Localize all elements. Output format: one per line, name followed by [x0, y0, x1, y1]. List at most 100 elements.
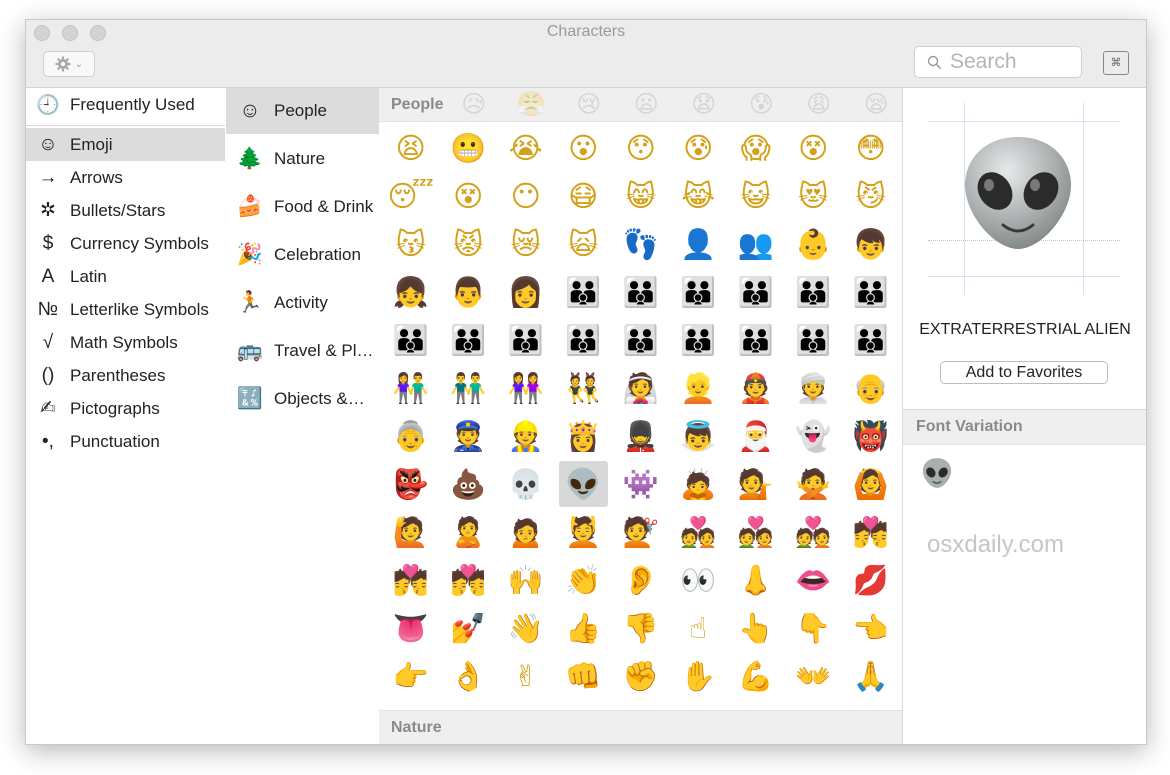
emoji-cell[interactable]: 🙆 — [842, 460, 900, 508]
emoji-cell[interactable]: 😻 — [785, 172, 843, 220]
emoji-cell[interactable]: 👶 — [785, 220, 843, 268]
emoji-cell[interactable]: 👵 — [382, 412, 440, 460]
emoji-cell[interactable]: 👪 — [612, 268, 670, 316]
emoji-cell[interactable]: 👷 — [497, 412, 555, 460]
emoji-cell[interactable]: 👂 — [612, 556, 670, 604]
emoji-cell[interactable]: 👪 — [555, 268, 613, 316]
emoji-cell[interactable]: 👪 — [670, 268, 728, 316]
subcategory-people[interactable]: ☺ People — [226, 88, 379, 134]
emoji-cell[interactable]: 👪 — [727, 316, 785, 364]
emoji-cell[interactable]: ✌ — [497, 652, 555, 700]
emoji-cell[interactable]: 👣 — [612, 220, 670, 268]
search-input[interactable] — [950, 50, 1060, 74]
character-grid[interactable]: People 😥 😤 😢 😦 😧 😰 😩 😪 😫 😬 😭 😮 😯 😰 😱 😵 😳 😴 😵 😶 😷 😸 😹 😺 😻 😼 😽 😾 😿 🙀 👣 👤… — [379, 88, 902, 744]
sidebar-item-punctuation[interactable]: •, Punctuation — [26, 425, 225, 458]
emoji-cell[interactable]: 👪 — [555, 316, 613, 364]
subcategory-celebration[interactable]: 🎉 Celebration — [226, 232, 379, 278]
emoji-cell[interactable]: 👋 — [497, 604, 555, 652]
emoji-cell[interactable]: 👦 — [842, 220, 900, 268]
emoji-cell[interactable]: 👈 — [842, 604, 900, 652]
emoji-cell-selected[interactable]: 👽 — [558, 461, 608, 507]
emoji-cell[interactable]: 👪 — [440, 316, 498, 364]
sidebar-item-bullets-stars[interactable]: ✲ Bullets/Stars — [26, 194, 225, 227]
emoji-cell[interactable]: ☝ — [670, 604, 728, 652]
sidebar-item-parentheses[interactable]: () Parentheses — [26, 359, 225, 392]
emoji-cell[interactable]: 👧 — [382, 268, 440, 316]
emoji-cell[interactable]: 😵 — [440, 172, 498, 220]
emoji-cell[interactable]: 💑 — [785, 508, 843, 556]
sidebar-item-frequently-used[interactable]: 🕘 Frequently Used — [26, 88, 225, 121]
emoji-cell[interactable]: 👰 — [612, 364, 670, 412]
emoji-cell[interactable]: 🙅 — [785, 460, 843, 508]
emoji-cell[interactable]: 😰 — [670, 124, 728, 172]
emoji-cell[interactable]: 👏 — [555, 556, 613, 604]
emoji-cell[interactable]: ✊ — [612, 652, 670, 700]
emoji-cell[interactable]: ✋ — [670, 652, 728, 700]
emoji-cell[interactable]: 😫 — [382, 124, 440, 172]
emoji-cell[interactable]: 👹 — [842, 412, 900, 460]
emoji-cell-faded[interactable]: 😪 — [848, 90, 903, 119]
emoji-cell[interactable]: 👇 — [785, 604, 843, 652]
emoji-cell[interactable]: 👬 — [440, 364, 498, 412]
emoji-cell-faded[interactable]: 😢 — [560, 90, 618, 119]
emoji-cell[interactable]: 👮 — [440, 412, 498, 460]
emoji-cell[interactable]: 👴 — [842, 364, 900, 412]
emoji-cell[interactable]: 💂 — [612, 412, 670, 460]
emoji-cell[interactable]: 💏 — [842, 508, 900, 556]
emoji-cell[interactable]: 👄 — [785, 556, 843, 604]
emoji-cell[interactable]: 💀 — [497, 460, 555, 508]
emoji-cell[interactable]: 👳 — [785, 364, 843, 412]
emoji-cell[interactable]: 💋 — [842, 556, 900, 604]
emoji-cell[interactable]: 😼 — [842, 172, 900, 220]
emoji-cell[interactable]: 😴 — [382, 172, 440, 220]
emoji-cell[interactable]: 👃 — [727, 556, 785, 604]
emoji-cell[interactable]: 💑 — [727, 508, 785, 556]
emoji-cell[interactable]: 👌 — [440, 652, 498, 700]
sidebar-item-arrows[interactable]: → Arrows — [26, 161, 225, 194]
search-field[interactable] — [914, 46, 1082, 78]
emoji-cell[interactable]: 🎅 — [727, 412, 785, 460]
emoji-cell[interactable]: 😬 — [440, 124, 498, 172]
emoji-cell[interactable]: 😵 — [785, 124, 843, 172]
emoji-cell[interactable]: 👺 — [382, 460, 440, 508]
emoji-cell[interactable]: 👾 — [612, 460, 670, 508]
emoji-cell[interactable]: 👊 — [555, 652, 613, 700]
sidebar-item-pictographs[interactable]: ✍ Pictographs — [26, 392, 225, 425]
emoji-cell[interactable]: 💩 — [440, 460, 498, 508]
subcategory-food-drink[interactable]: 🍰 Food & Drink — [226, 184, 379, 230]
emoji-cell-faded[interactable]: 😩 — [790, 90, 848, 119]
emoji-cell[interactable]: 👭 — [497, 364, 555, 412]
alien-font-variation-icon[interactable] — [921, 457, 953, 489]
emoji-cell[interactable]: 🙌 — [497, 556, 555, 604]
keyboard-viewer-button[interactable]: ⌘ — [1103, 51, 1129, 75]
emoji-cell[interactable]: 👪 — [497, 316, 555, 364]
emoji-cell[interactable]: 🙀 — [555, 220, 613, 268]
emoji-cell[interactable]: 💏 — [382, 556, 440, 604]
emoji-cell[interactable]: 👪 — [382, 316, 440, 364]
emoji-cell[interactable]: 😿 — [497, 220, 555, 268]
emoji-cell[interactable]: 😺 — [727, 172, 785, 220]
emoji-cell[interactable]: 😷 — [555, 172, 613, 220]
emoji-cell[interactable]: 👀 — [670, 556, 728, 604]
emoji-cell[interactable]: 💇 — [612, 508, 670, 556]
emoji-cell[interactable]: 👪 — [842, 268, 900, 316]
emoji-cell[interactable]: 🙎 — [440, 508, 498, 556]
emoji-cell[interactable]: 😸 — [612, 172, 670, 220]
sidebar-item-emoji[interactable]: ☺ Emoji — [26, 128, 225, 161]
emoji-cell[interactable]: 😯 — [612, 124, 670, 172]
emoji-cell[interactable]: 💑 — [670, 508, 728, 556]
emoji-cell[interactable]: 👸 — [555, 412, 613, 460]
subcategory-travel-pl[interactable]: 🚌 Travel & Pl… — [226, 328, 379, 374]
emoji-cell[interactable]: 👪 — [727, 268, 785, 316]
emoji-cell[interactable]: 👪 — [842, 316, 900, 364]
emoji-cell[interactable]: 👲 — [727, 364, 785, 412]
emoji-cell[interactable]: 👤 — [670, 220, 728, 268]
emoji-cell[interactable]: 👯 — [555, 364, 613, 412]
emoji-cell-faded[interactable]: 😥 — [445, 90, 503, 119]
emoji-cell[interactable]: 👍 — [555, 604, 613, 652]
subcategory-nature[interactable]: 🌲 Nature — [226, 136, 379, 182]
action-menu-button[interactable]: ⌄ — [43, 51, 95, 77]
subcategory-objects[interactable]: 🔣 Objects &… — [226, 376, 379, 422]
emoji-cell[interactable]: 💪 — [727, 652, 785, 700]
emoji-cell[interactable]: 👉 — [382, 652, 440, 700]
